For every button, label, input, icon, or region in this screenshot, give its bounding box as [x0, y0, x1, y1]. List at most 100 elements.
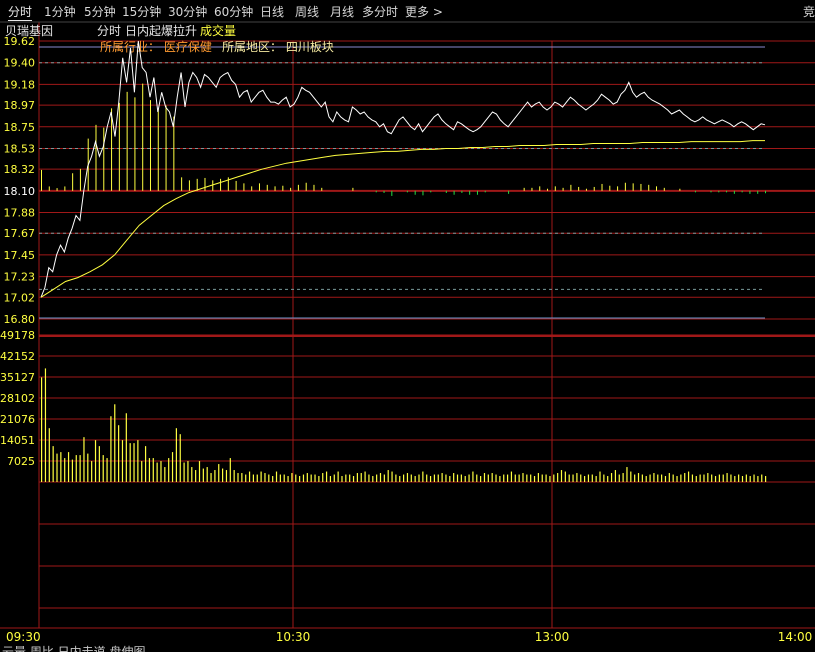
volume-bar [506, 474, 509, 482]
volume-bar [403, 474, 405, 482]
volume-bar [657, 474, 659, 482]
volume-bar [730, 474, 732, 482]
volume-tick-label: 21076 [0, 413, 35, 426]
momentum-bar [383, 190, 385, 193]
price-tick-label: 17.67 [4, 227, 36, 240]
momentum-bar [290, 187, 292, 191]
momentum-bar [321, 187, 323, 191]
volume-bar [360, 473, 362, 482]
momentum-bar [243, 183, 245, 191]
volume-bar [229, 458, 231, 482]
volume-bar [572, 474, 574, 482]
volume-bar [67, 452, 70, 482]
volume-bar [649, 474, 651, 482]
momentum-bar [624, 182, 626, 191]
price-tick-label: 17.88 [4, 207, 36, 220]
volume-bar [325, 471, 328, 482]
volume-bar [379, 473, 382, 482]
volume-bar [64, 458, 66, 482]
volume-bar [272, 476, 274, 482]
momentum-bar [48, 186, 50, 191]
momentum-bar [741, 190, 743, 193]
volume-bar [726, 473, 728, 482]
volume-bar [499, 476, 501, 482]
volume-bar [183, 462, 185, 482]
volume-bar [676, 476, 678, 482]
volume-bar [399, 476, 401, 482]
momentum-bar [165, 105, 167, 191]
volume-tick-label: 7025 [7, 455, 35, 468]
price-tick-label: 19.18 [4, 78, 36, 91]
volume-bar [703, 474, 705, 482]
volume-bar [75, 455, 77, 482]
momentum-bar [196, 178, 198, 191]
momentum-bar [617, 186, 619, 191]
momentum-bar [640, 183, 642, 191]
volume-bar [283, 474, 285, 482]
volume-bar [418, 474, 420, 482]
volume-bar [653, 473, 655, 482]
volume-bar [503, 474, 505, 482]
momentum-bar [656, 186, 658, 191]
momentum-bar [508, 190, 510, 194]
volume-bar [722, 474, 724, 482]
momentum-bar [476, 190, 478, 195]
momentum-bar [188, 180, 190, 191]
volume-bar [368, 474, 370, 482]
volume-bar [187, 461, 189, 482]
volume-bar [118, 425, 120, 482]
volume-bar [630, 471, 632, 482]
momentum-bar [181, 177, 183, 191]
volume-bar [745, 474, 747, 482]
volume-bar [510, 471, 513, 482]
volume-bar [545, 474, 547, 482]
price-tick-label: 18.97 [4, 99, 36, 112]
volume-bar [480, 476, 482, 482]
momentum-bar [570, 184, 572, 191]
momentum-bar [632, 183, 634, 191]
volume-bar [464, 476, 466, 482]
volume-bar [87, 453, 89, 482]
volume-bar [148, 458, 151, 482]
volume-bar [241, 473, 243, 482]
volume-bar [94, 440, 97, 482]
volume-bar [564, 471, 566, 482]
momentum-bar [757, 190, 759, 194]
momentum-bar [601, 183, 603, 191]
volume-bar [749, 476, 751, 482]
momentum-bar [72, 173, 74, 191]
volume-bar [206, 467, 208, 482]
volume-bar [114, 404, 116, 482]
price-tick-label: 18.53 [4, 142, 36, 155]
volume-bar [202, 468, 204, 482]
volume-bar [349, 474, 351, 482]
volume-tick-label: 14051 [0, 434, 35, 447]
volume-bar [179, 434, 181, 482]
volume-bar [753, 474, 755, 482]
volume-bar [610, 473, 613, 482]
volume-bar [129, 443, 131, 482]
pattern-label: 日内起爆拉升 [125, 23, 197, 38]
volume-bar [210, 473, 212, 482]
momentum-bar [134, 97, 136, 191]
volume-bar [472, 471, 474, 482]
time-tick-label: 14:00 [778, 630, 813, 644]
volume-bar [310, 474, 312, 482]
volume-bar [44, 368, 47, 482]
time-tick-label: 13:00 [535, 630, 570, 644]
industry-label: 所属行业： 医疗保健 [100, 40, 212, 54]
volume-bar [495, 474, 497, 482]
momentum-bar [95, 124, 97, 191]
momentum-bar [103, 127, 105, 191]
volume-bar [383, 474, 385, 482]
volume-bar [356, 473, 358, 482]
volume-bar [248, 471, 251, 482]
momentum-bar [258, 183, 260, 191]
volume-bar [618, 474, 620, 482]
momentum-bar [554, 186, 556, 191]
volume-bar [302, 474, 305, 482]
momentum-bar [142, 83, 144, 191]
volume-bar [699, 474, 701, 482]
volume-bar [433, 474, 436, 482]
volume-bar [614, 470, 617, 482]
